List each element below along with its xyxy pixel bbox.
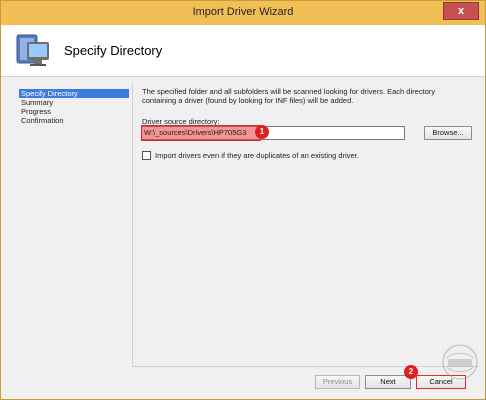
- page-title: Specify Directory: [64, 43, 163, 58]
- driver-source-label: Driver source directory:: [142, 117, 220, 126]
- sidebar-divider: [132, 83, 133, 366]
- annotation-badge-1: 1: [255, 125, 269, 139]
- wizard-steps-sidebar: Specify Directory Summary Progress Confi…: [19, 89, 129, 125]
- next-button[interactable]: Next: [365, 375, 411, 389]
- step-confirmation[interactable]: Confirmation: [19, 116, 129, 125]
- close-button[interactable]: x: [443, 2, 479, 20]
- duplicate-drivers-label[interactable]: Import drivers even if they are duplicat…: [155, 151, 359, 160]
- step-specify-directory[interactable]: Specify Directory: [19, 89, 129, 98]
- footer-divider: [132, 366, 479, 367]
- browse-button[interactable]: Browse...: [424, 126, 472, 140]
- rdr-watermark-icon: [442, 344, 478, 380]
- wizard-header: Specify Directory: [1, 25, 485, 77]
- import-driver-wizard-window: Import Driver Wizard x Specify Directory…: [0, 0, 486, 400]
- window-title: Import Driver Wizard: [192, 6, 294, 18]
- instructions-text: The specified folder and all subfolders …: [142, 87, 436, 105]
- step-progress[interactable]: Progress: [19, 107, 129, 116]
- previous-button[interactable]: Previous: [315, 375, 360, 389]
- driver-source-value: W:\_sources\Drivers\HP705G3: [144, 128, 247, 137]
- title-bar: Import Driver Wizard x: [1, 1, 485, 25]
- computer-wizard-icon: [16, 34, 49, 66]
- duplicate-drivers-checkbox[interactable]: [142, 151, 151, 160]
- step-summary[interactable]: Summary: [19, 98, 129, 107]
- main-content: The specified folder and all subfolders …: [142, 87, 472, 105]
